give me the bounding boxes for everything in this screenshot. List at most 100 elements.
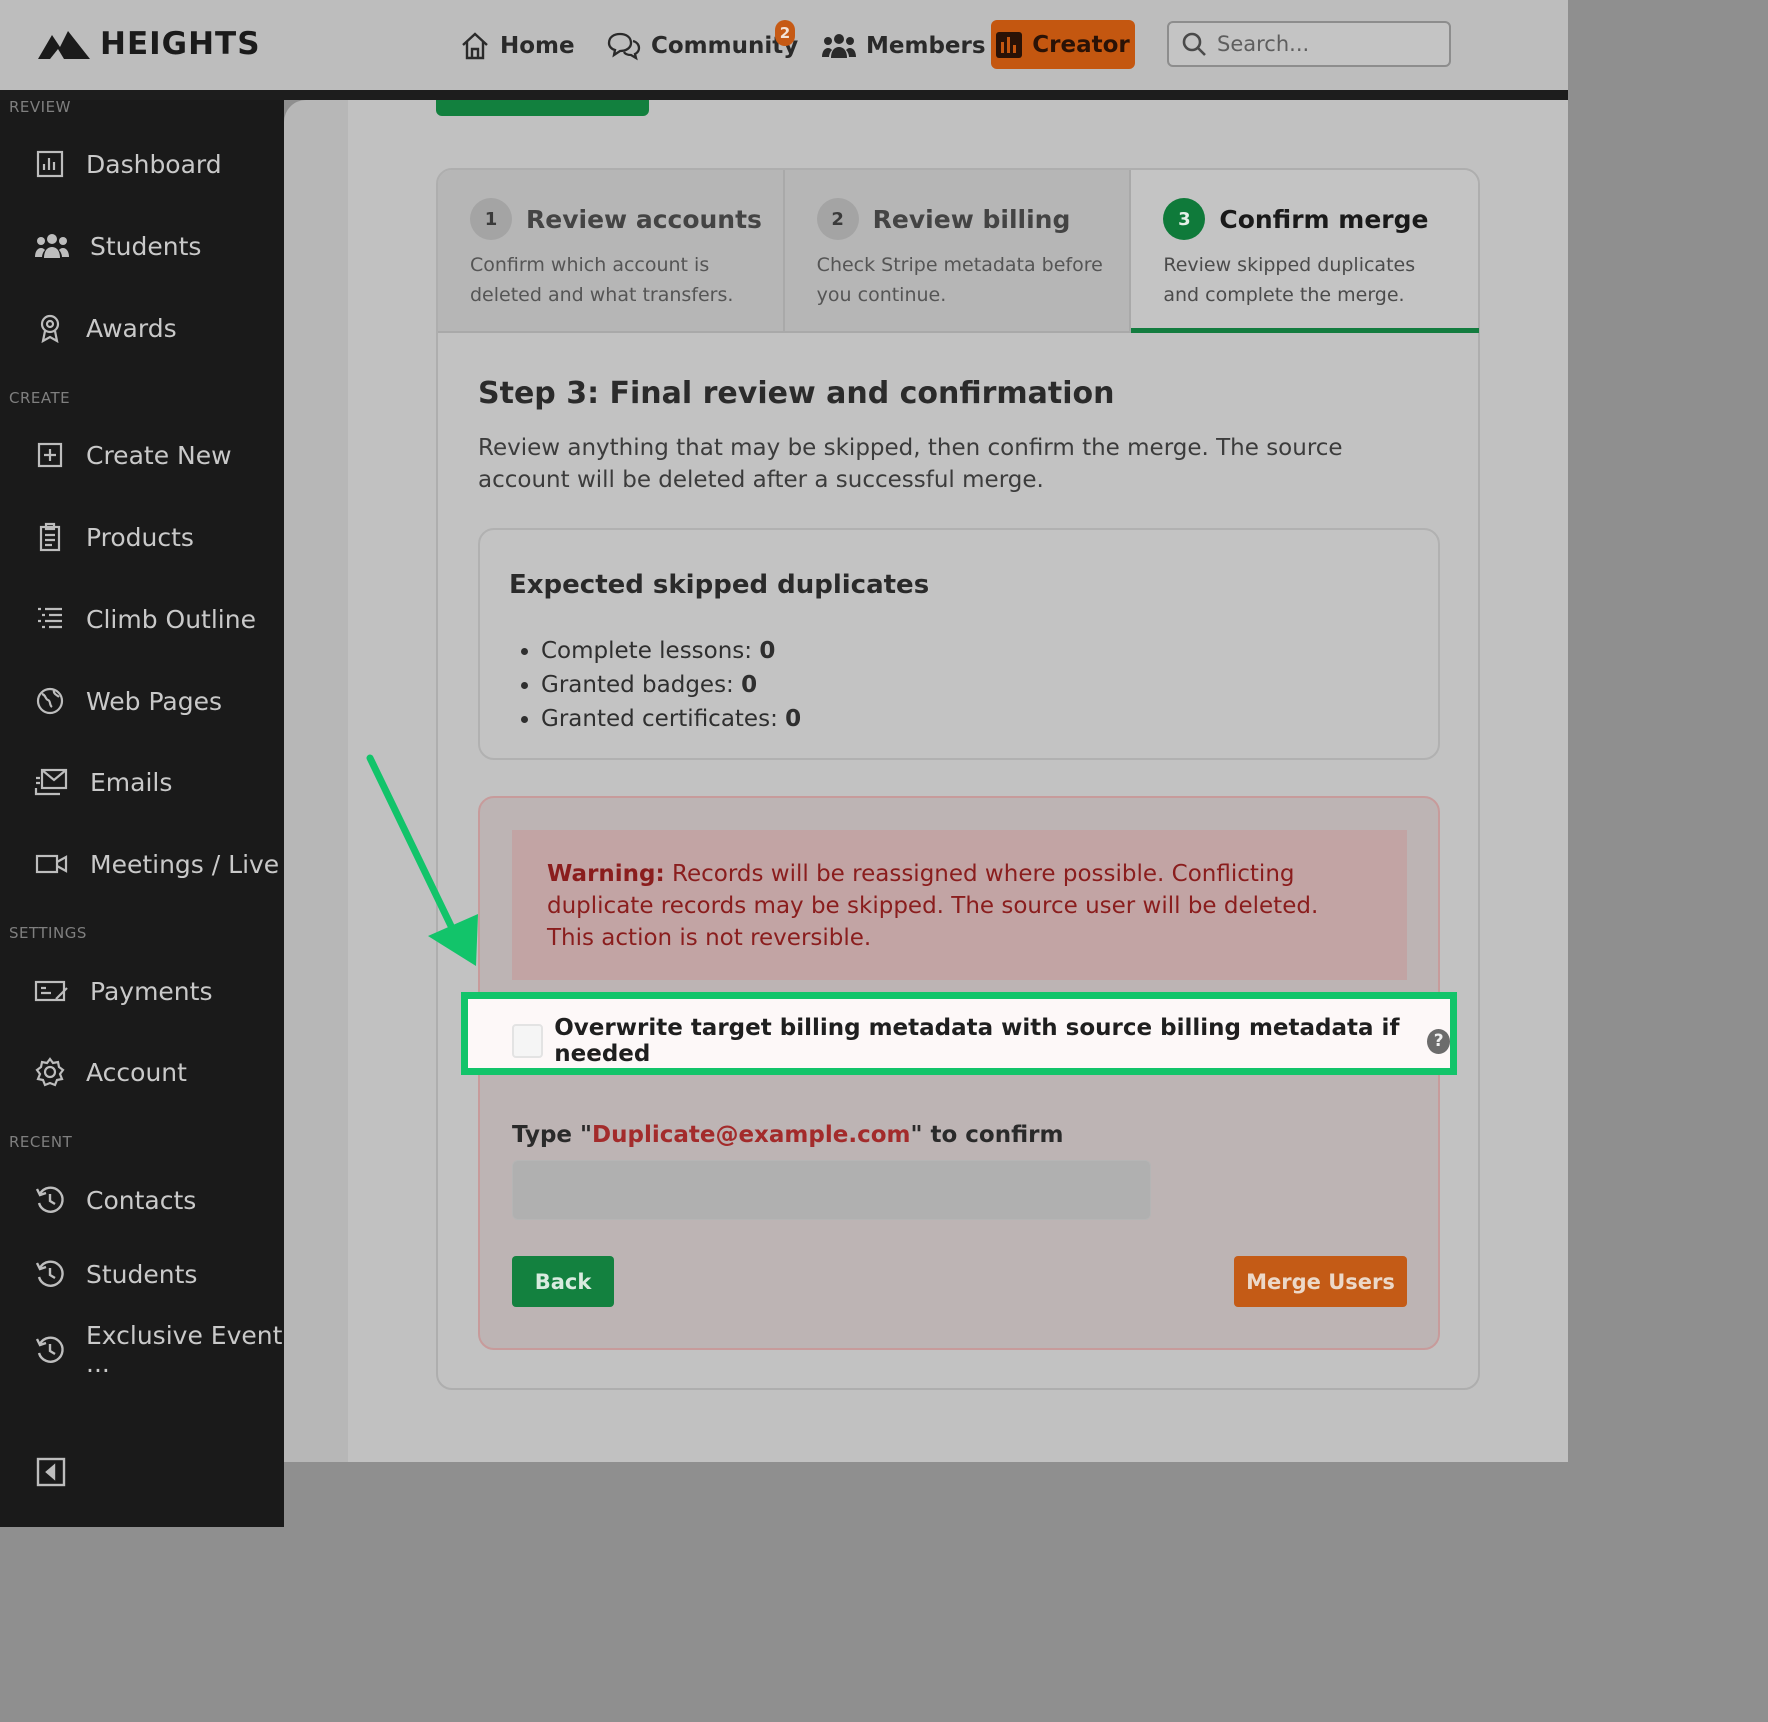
payments-icon <box>34 980 68 1002</box>
confirm-email: Duplicate@example.com <box>592 1122 911 1148</box>
brand-name: HEIGHTS <box>100 26 261 62</box>
list-item-value: 0 <box>785 706 802 732</box>
sidebar-item-emails[interactable]: Emails <box>34 766 172 798</box>
dashboard-icon <box>36 150 64 178</box>
back-button[interactable]: Back <box>512 1256 614 1307</box>
step-review-accounts[interactable]: 1 Review accounts Confirm which account … <box>438 170 785 333</box>
list-item: Granted certificates: 0 <box>541 702 801 736</box>
history-icon <box>35 1186 64 1213</box>
step-description: Review skipped duplicates and complete t… <box>1163 254 1416 306</box>
sidebar-item-dashboard[interactable]: Dashboard <box>34 148 222 180</box>
step-number: 1 <box>470 198 512 240</box>
list-item-label: Complete lessons: <box>541 638 760 664</box>
confirm-label-prefix: Type " <box>512 1122 593 1148</box>
step-description: Confirm which account is deleted and wha… <box>470 254 734 306</box>
sidebar-item-label: Account <box>86 1057 187 1087</box>
sidebar-section-create: CREATE <box>9 389 71 407</box>
topbar-divider <box>0 90 1568 100</box>
step-number: 3 <box>1163 198 1206 240</box>
globe-icon <box>36 687 64 715</box>
sidebar-item-label: Students <box>86 1259 198 1289</box>
sidebar-item-web-pages[interactable]: Web Pages <box>34 685 222 717</box>
step-description: Check Stripe metadata before you continu… <box>816 254 1103 306</box>
skipped-duplicates-list: Complete lessons: 0 Granted badges: 0 Gr… <box>541 634 801 736</box>
top-navigation-bar: HEIGHTS Home Community 2 Members Creator… <box>0 0 1568 90</box>
sidebar-item-awards[interactable]: Awards <box>34 312 177 344</box>
sidebar-section-settings: SETTINGS <box>9 924 87 942</box>
sidebar-item-label: Climb Outline <box>86 604 256 634</box>
list-item-label: Granted badges: <box>541 672 742 698</box>
award-icon <box>40 314 60 344</box>
warning-alert: Warning: Records will be reassigned wher… <box>512 830 1407 980</box>
sidebar-item-create-new[interactable]: Create New <box>34 439 232 471</box>
sidebar-item-recent-exclusive-event[interactable]: Exclusive Event ... <box>34 1322 282 1378</box>
help-icon[interactable]: ? <box>1427 1028 1451 1054</box>
sidebar-section-recent: RECENT <box>9 1133 73 1151</box>
nav-members[interactable]: Members <box>821 24 986 68</box>
step-title: Review accounts <box>526 204 762 234</box>
list-item: Complete lessons: 0 <box>541 634 801 668</box>
merge-users-button[interactable]: Merge Users <box>1234 1256 1407 1307</box>
search-input[interactable] <box>1217 32 1427 56</box>
chat-bubbles-icon <box>607 32 641 61</box>
nav-home-label: Home <box>500 33 575 59</box>
sidebar-item-payments[interactable]: Payments <box>34 975 212 1007</box>
notification-badge: 2 <box>775 20 795 46</box>
overwrite-billing-checkbox[interactable] <box>512 1024 544 1058</box>
annotation-arrow-icon <box>366 754 478 966</box>
sidebar-item-recent-students[interactable]: Students <box>34 1258 197 1290</box>
scrolled-green-button[interactable] <box>436 100 649 116</box>
nav-home[interactable]: Home <box>459 24 575 68</box>
sidebar-item-students[interactable]: Students <box>34 230 201 262</box>
members-icon <box>822 34 856 58</box>
sidebar-section-review: REVIEW <box>9 98 71 116</box>
sidebar-item-products[interactable]: Products <box>34 521 194 553</box>
clipboard-icon <box>39 522 61 552</box>
sidebar: REVIEW Dashboard Students Awards CREATE … <box>0 98 284 1527</box>
list-item: Granted badges: 0 <box>541 668 801 702</box>
collapse-left-icon <box>36 1457 66 1487</box>
nav-members-label: Members <box>866 33 986 59</box>
page-description: Review anything that may be skipped, the… <box>478 435 1343 493</box>
skipped-duplicates-title: Expected skipped duplicates <box>509 570 930 600</box>
confirm-label: Type "Duplicate@example.com" to confirm <box>512 1122 1063 1148</box>
warning-prefix: Warning: <box>547 861 665 887</box>
confirm-email-input[interactable] <box>512 1160 1151 1220</box>
sidebar-item-label: Awards <box>86 313 177 343</box>
overwrite-billing-option[interactable]: Overwrite target billing metadata with s… <box>512 1015 1451 1067</box>
email-icon <box>34 768 68 796</box>
page-title: Step 3: Final review and confirmation <box>478 376 1115 411</box>
sidebar-item-label: Payments <box>90 976 213 1006</box>
step-title: Review billing <box>872 204 1071 234</box>
highlighted-overwrite-option: Overwrite target billing metadata with s… <box>461 992 1457 1075</box>
step-number: 2 <box>816 198 859 240</box>
history-icon <box>35 1260 64 1287</box>
sidebar-item-label: Products <box>86 522 194 552</box>
sidebar-item-label: Web Pages <box>86 686 222 716</box>
sidebar-item-recent-contacts[interactable]: Contacts <box>34 1184 196 1216</box>
search-icon <box>1182 32 1206 56</box>
list-item-value: 0 <box>741 672 758 698</box>
mountain-logo-icon <box>38 31 90 59</box>
video-icon <box>35 854 68 874</box>
collapse-sidebar-button[interactable] <box>36 1457 66 1491</box>
overwrite-billing-label[interactable]: Overwrite target billing metadata with s… <box>554 1015 1416 1067</box>
sidebar-item-label: Create New <box>86 440 232 470</box>
skipped-duplicates-card: Expected skipped duplicates Complete les… <box>478 528 1440 760</box>
nav-community[interactable]: Community 2 <box>606 20 798 68</box>
plus-square-icon <box>37 442 63 468</box>
brand-logo[interactable]: HEIGHTS <box>38 26 261 62</box>
step-confirm-merge[interactable]: 3 Confirm merge Review skipped duplicate… <box>1131 170 1480 333</box>
confirm-label-suffix: " to confirm <box>910 1122 1064 1148</box>
sidebar-item-meetings-live[interactable]: Meetings / Live <box>34 848 279 880</box>
search-box[interactable] <box>1167 21 1451 67</box>
bar-chart-icon <box>996 31 1023 58</box>
gear-icon <box>35 1057 65 1087</box>
outline-list-icon <box>38 607 62 629</box>
sidebar-item-climb-outline[interactable]: Climb Outline <box>34 603 256 635</box>
step-review-billing[interactable]: 2 Review billing Check Stripe metadata b… <box>784 170 1132 333</box>
sidebar-item-label-overflow: ... <box>86 1349 110 1378</box>
sidebar-item-account[interactable]: Account <box>34 1056 187 1088</box>
creator-button[interactable]: Creator <box>991 20 1135 69</box>
list-item-label: Granted certificates: <box>541 706 786 732</box>
